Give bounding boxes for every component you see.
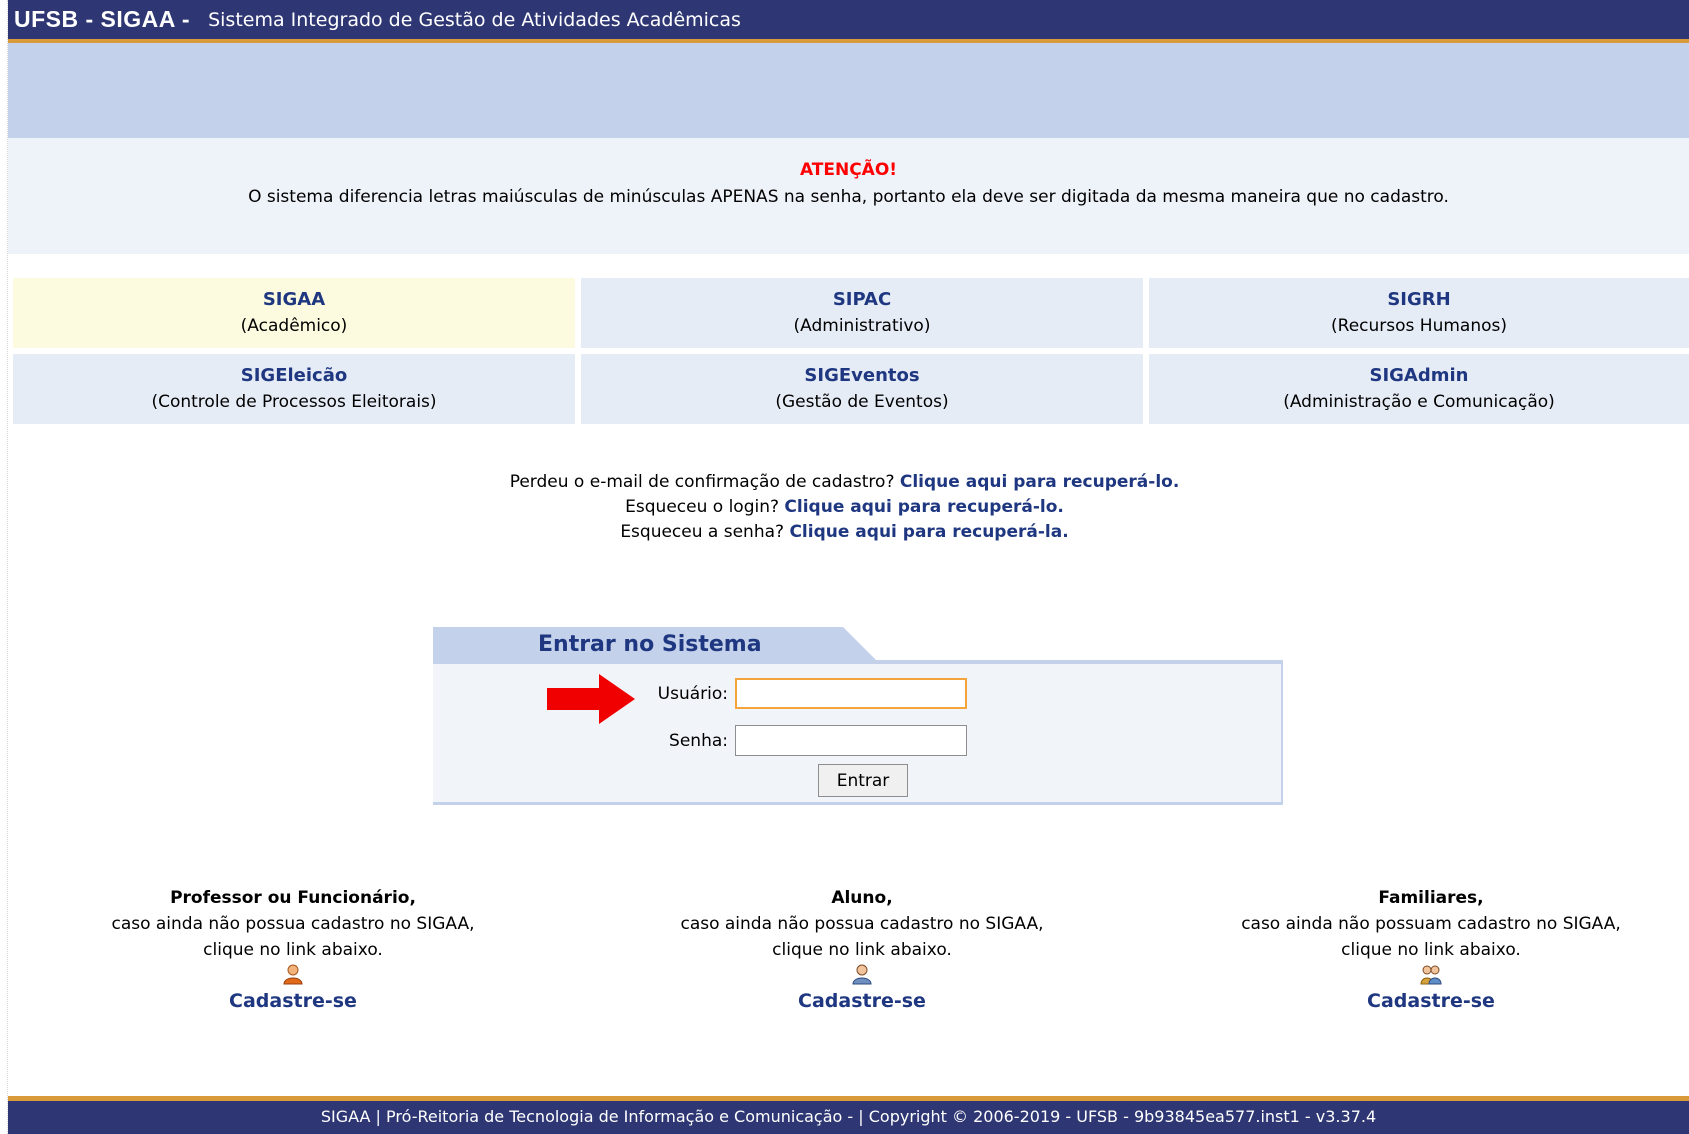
register-staff-link[interactable]: Cadastre-se — [229, 990, 357, 1012]
recover-email-link[interactable]: Clique aqui para recuperá-lo. — [900, 472, 1179, 492]
register-family-line2: clique no link abaixo. — [1341, 940, 1521, 960]
register-student: Aluno, caso ainda não possua cadastro no… — [632, 885, 1092, 1017]
register-student-title: Aluno, — [831, 888, 893, 908]
app-subtitle: Sistema Integrado de Gestão de Atividade… — [208, 8, 741, 31]
user-student-icon — [852, 964, 872, 985]
system-link-sigeleicao[interactable]: SIGEleicão (Controle de Processos Eleito… — [13, 354, 575, 424]
register-staff-line2: clique no link abaixo. — [203, 940, 383, 960]
user-orange-icon — [283, 964, 303, 985]
system-link-sipac[interactable]: SIPAC (Administrativo) — [581, 278, 1143, 348]
system-desc: (Gestão de Eventos) — [775, 392, 949, 412]
app-brand: UFSB - SIGAA - — [14, 6, 191, 32]
system-desc: (Administrativo) — [793, 316, 931, 336]
left-page-edge — [0, 0, 8, 1134]
recover-password-line: Esqueceu a senha? Clique aqui para recup… — [0, 520, 1689, 545]
system-desc: (Acadêmico) — [240, 316, 348, 336]
password-label: Senha: — [669, 731, 728, 751]
footer-text: SIGAA | Pró-Reitoria de Tecnologia de In… — [320, 1107, 1377, 1126]
username-label: Usuário: — [657, 684, 728, 704]
header-band — [8, 43, 1689, 138]
system-name[interactable]: SIGEventos — [581, 363, 1143, 389]
recover-password-text: Esqueceu a senha? — [620, 522, 790, 542]
system-link-sigaa[interactable]: SIGAA (Acadêmico) — [13, 278, 575, 348]
recover-login-link[interactable]: Clique aqui para recuperá-lo. — [784, 497, 1063, 517]
systems-grid: SIGAA (Acadêmico) SIPAC (Administrativo)… — [13, 278, 1689, 424]
register-student-line2: clique no link abaixo. — [772, 940, 952, 960]
login-tab: Entrar no Sistema — [433, 627, 877, 661]
systems-row: SIGAA (Acadêmico) SIPAC (Administrativo)… — [13, 278, 1689, 348]
register-family-title: Familiares, — [1378, 888, 1484, 908]
system-desc: (Administração e Comunicação) — [1283, 392, 1555, 412]
system-name[interactable]: SIGAdmin — [1149, 363, 1689, 389]
password-input[interactable] — [735, 725, 967, 756]
system-link-sigrh[interactable]: SIGRH (Recursos Humanos) — [1149, 278, 1689, 348]
password-row: Senha: — [433, 725, 1283, 759]
recover-email-line: Perdeu o e-mail de confirmação de cadast… — [0, 470, 1689, 495]
recover-email-text: Perdeu o e-mail de confirmação de cadast… — [509, 472, 900, 492]
red-arrow-icon — [547, 674, 635, 724]
login-submit-button[interactable]: Entrar — [818, 764, 908, 797]
page-footer: SIGAA | Pró-Reitoria de Tecnologia de In… — [8, 1096, 1689, 1134]
register-student-line1: caso ainda não possua cadastro no SIGAA, — [680, 914, 1044, 934]
system-link-sigadmin[interactable]: SIGAdmin (Administração e Comunicação) — [1149, 354, 1689, 424]
system-name[interactable]: SIGRH — [1149, 287, 1689, 313]
login-tab-corner — [843, 627, 877, 661]
notice-message: O sistema diferencia letras maiúsculas d… — [248, 187, 1449, 207]
register-staff-line1: caso ainda não possua cadastro no SIGAA, — [111, 914, 475, 934]
register-family: Familiares, caso ainda não possuam cadas… — [1201, 885, 1661, 1017]
system-name[interactable]: SIGAA — [13, 287, 575, 313]
register-student-link[interactable]: Cadastre-se — [798, 990, 926, 1012]
register-family-link[interactable]: Cadastre-se — [1367, 990, 1495, 1012]
recover-login-text: Esqueceu o login? — [625, 497, 785, 517]
system-desc: (Recursos Humanos) — [1331, 316, 1507, 336]
system-name[interactable]: SIPAC — [581, 287, 1143, 313]
attention-notice: ATENÇÃO! O sistema diferencia letras mai… — [8, 138, 1689, 254]
username-input[interactable] — [735, 678, 967, 709]
system-link-sigeventos[interactable]: SIGEventos (Gestão de Eventos) — [581, 354, 1143, 424]
system-desc: (Controle de Processos Eleitorais) — [151, 392, 437, 412]
register-family-line1: caso ainda não possuam cadastro no SIGAA… — [1241, 914, 1621, 934]
register-staff: Professor ou Funcionário, caso ainda não… — [63, 885, 523, 1017]
recovery-links: Perdeu o e-mail de confirmação de cadast… — [0, 470, 1689, 545]
top-header-bar: UFSB - SIGAA - Sistema Integrado de Gest… — [8, 0, 1689, 43]
users-family-icon — [1420, 965, 1442, 985]
register-staff-title: Professor ou Funcionário, — [170, 888, 416, 908]
system-name[interactable]: SIGEleicão — [13, 363, 575, 389]
recover-login-line: Esqueceu o login? Clique aqui para recup… — [0, 495, 1689, 520]
login-title: Entrar no Sistema — [433, 627, 843, 661]
notice-title: ATENÇÃO! — [799, 160, 898, 180]
recover-password-link[interactable]: Clique aqui para recuperá-la. — [789, 522, 1068, 542]
systems-row: SIGEleicão (Controle de Processos Eleito… — [13, 354, 1689, 424]
